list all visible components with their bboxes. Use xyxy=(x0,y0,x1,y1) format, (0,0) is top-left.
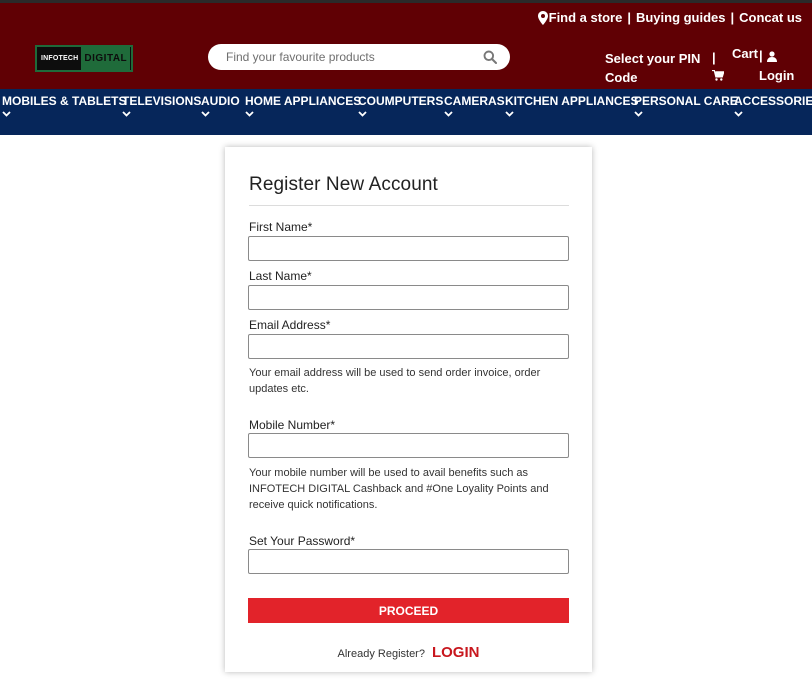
nav-item-computers[interactable]: COUMPUTERS xyxy=(358,94,444,117)
nav-item-label: COUMPUTERS xyxy=(358,94,444,108)
buying-guides-link[interactable]: Buying guides xyxy=(636,10,726,25)
pin-label-line2: Code xyxy=(605,70,638,85)
chevron-down-icon xyxy=(444,111,453,117)
chevron-down-icon xyxy=(201,111,210,117)
category-nav: MOBILES & TABLETS TELEVISIONS AUDIO HOME… xyxy=(0,89,812,135)
register-card: Register New Account First Name* Last Na… xyxy=(225,147,592,672)
form-title: Register New Account xyxy=(249,174,438,195)
search-input[interactable] xyxy=(226,50,486,64)
logo-text-digital: DIGITAL xyxy=(81,47,131,70)
nav-item-home-appliances[interactable]: HOME APPLIANCES xyxy=(245,94,362,117)
chevron-down-icon xyxy=(358,111,367,117)
find-store-link[interactable]: Find a store xyxy=(549,10,623,25)
chevron-down-icon xyxy=(122,111,131,117)
already-register-text: Already Register? xyxy=(337,648,425,660)
nav-item-label: CAMERAS xyxy=(444,94,505,108)
nav-item-label: HOME APPLIANCES xyxy=(245,94,362,108)
mobile-help-text: Your mobile number will be used to avail… xyxy=(249,467,549,511)
login-button[interactable]: LOGIN xyxy=(432,644,480,661)
chevron-down-icon xyxy=(2,111,11,117)
password-field[interactable] xyxy=(248,549,569,574)
nav-item-accessories[interactable]: ACCESSORIES xyxy=(734,94,812,117)
password-label: Set Your Password* xyxy=(249,534,356,548)
email-field[interactable] xyxy=(248,334,569,359)
nav-item-label: AUDIO xyxy=(201,94,240,108)
first-name-field[interactable] xyxy=(248,236,569,261)
mobile-field[interactable] xyxy=(248,433,569,458)
nav-item-label: TELEVISIONS xyxy=(122,94,202,108)
header-bar: Find a store | Buying guides | Concat us… xyxy=(0,0,812,89)
cart-label: Cart xyxy=(732,46,759,61)
top-links: Find a store | Buying guides | Concat us xyxy=(537,10,802,25)
nav-item-televisions[interactable]: TELEVISIONS xyxy=(122,94,202,117)
search-box xyxy=(208,44,510,70)
nav-item-kitchen-appliances[interactable]: KITCHEN APPLIANCES xyxy=(505,94,639,117)
select-pin-code[interactable]: Select your PIN Code xyxy=(605,49,700,87)
mobile-label: Mobile Number* xyxy=(249,418,336,432)
contact-link[interactable]: Concat us xyxy=(739,10,802,25)
last-name-field[interactable] xyxy=(248,285,569,310)
email-label: Email Address* xyxy=(249,318,331,332)
chevron-down-icon xyxy=(505,111,514,117)
nav-item-label: KITCHEN APPLIANCES xyxy=(505,94,639,108)
separator: | xyxy=(712,50,716,65)
cart-icon xyxy=(712,70,724,81)
logo[interactable]: INFOTECH DIGITAL xyxy=(35,45,133,72)
nav-item-label: PERSONAL CARE xyxy=(634,94,738,108)
login-label: Login xyxy=(759,68,795,83)
nav-item-personal-care[interactable]: PERSONAL CARE xyxy=(634,94,738,117)
logo-text-infotech: INFOTECH xyxy=(41,55,79,62)
email-help-text: Your email address will be used to send … xyxy=(249,367,541,395)
nav-item-mobiles-tablets[interactable]: MOBILES & TABLETS xyxy=(2,94,127,117)
already-registered: Already Register? LOGIN xyxy=(225,644,592,661)
chevron-down-icon xyxy=(634,111,643,117)
separator: | xyxy=(730,10,735,25)
map-pin-icon xyxy=(537,10,548,25)
user-icon xyxy=(767,51,777,62)
search-icon[interactable] xyxy=(483,50,497,64)
chevron-down-icon xyxy=(245,111,254,117)
separator: | xyxy=(627,10,631,25)
pin-label-line1: Select your PIN xyxy=(605,51,701,66)
nav-item-label: MOBILES & TABLETS xyxy=(2,94,127,108)
title-divider xyxy=(249,205,569,206)
first-name-label: First Name* xyxy=(249,220,313,234)
nav-item-cameras[interactable]: CAMERAS xyxy=(444,94,505,117)
nav-item-audio[interactable]: AUDIO xyxy=(201,94,240,117)
nav-item-label: ACCESSORIES xyxy=(734,94,812,108)
chevron-down-icon xyxy=(734,111,743,117)
last-name-label: Last Name* xyxy=(249,269,312,283)
separator: | xyxy=(759,48,763,63)
proceed-button[interactable]: PROCEED xyxy=(248,598,569,623)
